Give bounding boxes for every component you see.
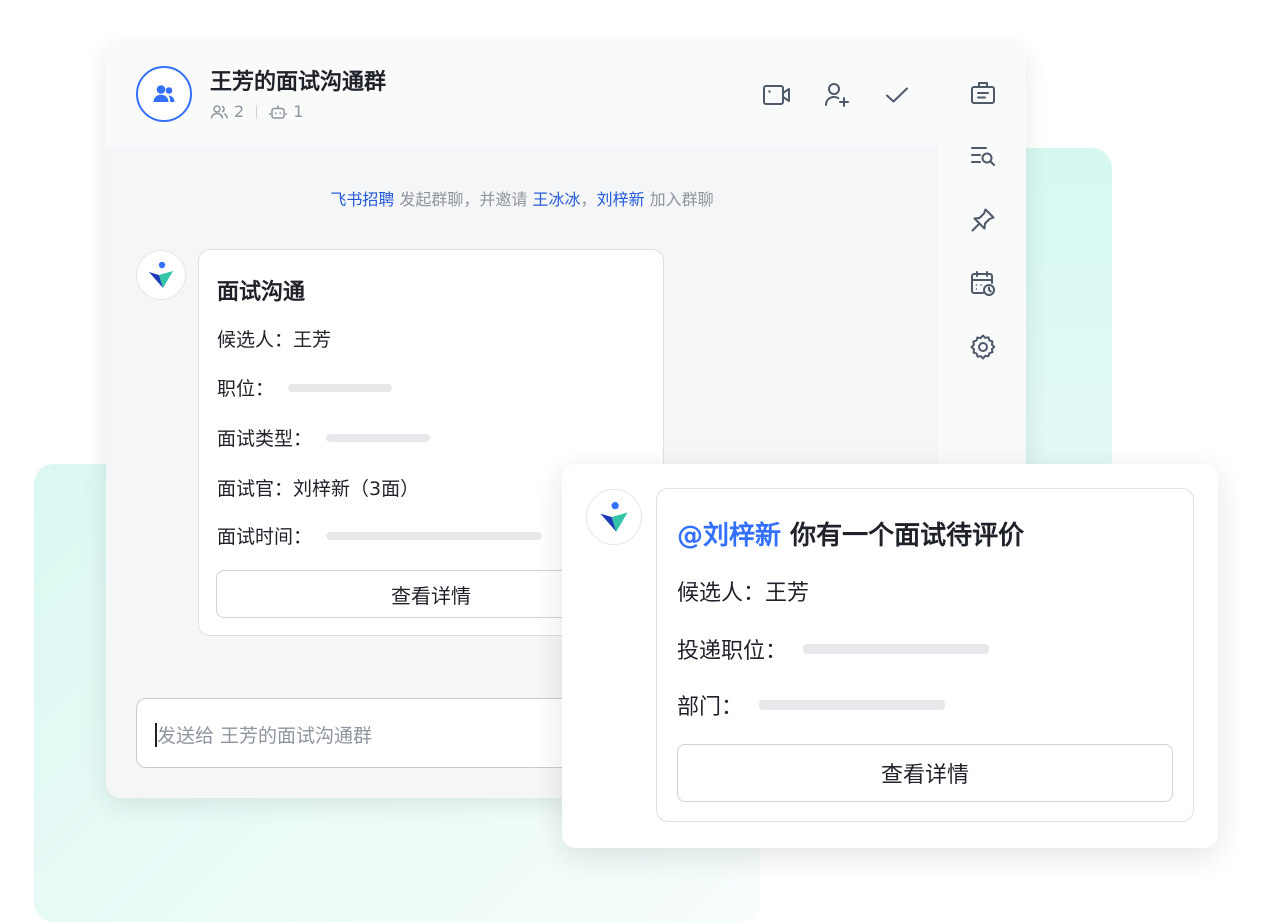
position-placeholder	[288, 383, 393, 392]
pin-icon	[971, 208, 995, 232]
candidate-row: 候选人： 王芳	[217, 325, 331, 352]
evaluation-card-title: @刘梓新 你有一个面试待评价	[677, 515, 1024, 552]
evaluation-candidate-label: 候选人：	[677, 581, 766, 606]
applied-position-placeholder	[803, 644, 990, 654]
chat-title: 王芳的面试沟通群	[210, 70, 387, 95]
rail-calendar-button[interactable]	[968, 269, 998, 299]
system-message: 飞书招聘 发起群聊，并邀请 王冰冰，刘梓新 加入群聊	[106, 186, 938, 210]
invitee-link-1[interactable]: 王冰冰	[533, 190, 581, 209]
department-label: 部门：	[677, 695, 744, 720]
briefcase-icon	[971, 82, 995, 104]
interview-time-placeholder	[326, 531, 543, 540]
calendar-schedule-icon	[971, 271, 995, 296]
group-avatar[interactable]	[136, 66, 192, 122]
interview-type-placeholder	[326, 433, 431, 442]
applied-position-row: 投递职位：	[677, 633, 990, 665]
group-icon	[153, 85, 175, 102]
bot-count: 1	[293, 102, 304, 121]
mention-tag[interactable]: @刘梓新	[677, 521, 781, 551]
mark-done-button[interactable]	[882, 80, 912, 110]
candidate-value: 王芳	[293, 329, 332, 351]
interviewer-value: 刘梓新（3面）	[293, 478, 420, 500]
rail-pin-button[interactable]	[968, 205, 998, 235]
add-member-button[interactable]	[822, 80, 852, 110]
evaluation-bot-avatar[interactable]	[586, 489, 642, 545]
department-row: 部门：	[677, 689, 946, 721]
message-input-placeholder: 发送给 王芳的面试沟通群	[157, 725, 373, 747]
interview-type-row: 面试类型：	[217, 424, 431, 451]
check-icon	[886, 87, 908, 103]
members-icon	[210, 104, 228, 119]
interview-time-row: 面试时间：	[217, 522, 543, 549]
meta-divider	[256, 104, 258, 119]
interview-card-title: 面试沟通	[217, 280, 306, 305]
member-count: 2	[234, 102, 245, 121]
applied-position-label: 投递职位：	[677, 639, 788, 664]
chat-meta: 2 1	[210, 102, 303, 121]
interview-type-label: 面试类型：	[217, 428, 313, 450]
video-call-button[interactable]	[762, 80, 792, 110]
candidate-label: 候选人：	[217, 329, 294, 351]
settings-icon	[970, 334, 996, 360]
search-history-icon	[971, 147, 995, 166]
header-actions	[762, 80, 912, 110]
bot-avatar[interactable]	[136, 250, 186, 300]
department-placeholder	[759, 700, 946, 710]
evaluation-detail-button[interactable]: 查看详情	[677, 744, 1173, 802]
position-row: 职位：	[217, 374, 393, 401]
evaluation-title-text: 你有一个面试待评价	[781, 521, 1025, 551]
chat-header: 王芳的面试沟通群 2 1	[106, 44, 938, 146]
evaluation-card: @刘梓新 你有一个面试待评价 候选人： 王芳 投递职位： 部门： 查看详情	[656, 488, 1194, 822]
position-label: 职位：	[217, 378, 275, 400]
interviewer-label: 面试官：	[217, 478, 294, 500]
interview-time-label: 面试时间：	[217, 526, 313, 548]
system-text-1: 发起群聊，并邀请	[394, 190, 533, 209]
bot-icon	[269, 105, 287, 119]
system-text-2: 加入群聊	[644, 190, 714, 209]
recruiting-bot-logo-icon	[149, 261, 173, 288]
rail-settings-button[interactable]	[968, 332, 998, 362]
rail-search-history-button[interactable]	[968, 141, 998, 171]
evaluation-notification: @刘梓新 你有一个面试待评价 候选人： 王芳 投递职位： 部门： 查看详情	[562, 464, 1218, 848]
invitee-link-2[interactable]: 刘梓新	[597, 190, 645, 209]
add-member-icon	[825, 83, 849, 107]
system-comma: ，	[580, 190, 597, 209]
video-call-icon	[763, 85, 790, 105]
evaluation-candidate-row: 候选人： 王芳	[677, 575, 809, 607]
interviewer-row: 面试官： 刘梓新（3面）	[217, 474, 419, 501]
initiator-link[interactable]: 飞书招聘	[330, 190, 394, 209]
rail-job-button[interactable]	[968, 78, 998, 108]
recruiting-bot-logo-icon	[600, 502, 628, 532]
evaluation-candidate-value: 王芳	[765, 581, 810, 606]
